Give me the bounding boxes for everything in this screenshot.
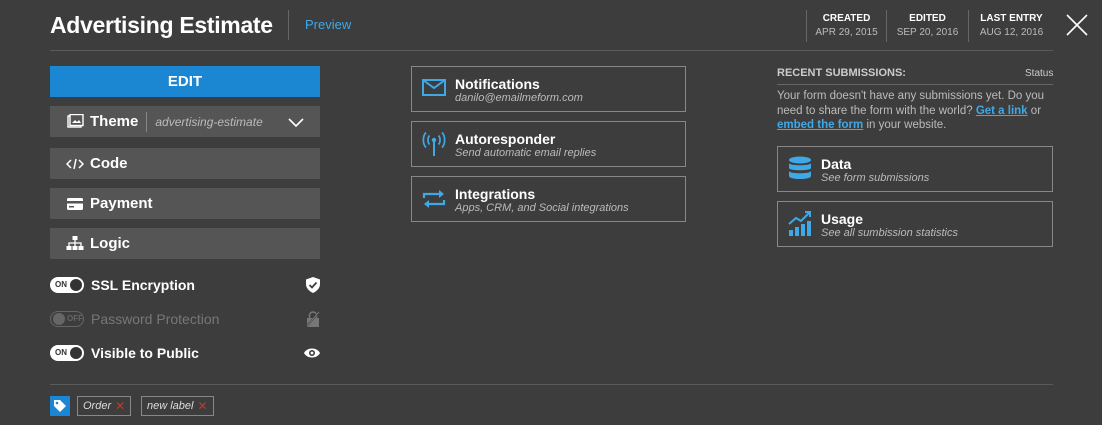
shield-check-icon bbox=[306, 277, 320, 298]
data-title: Data bbox=[821, 156, 852, 172]
integrations-title: Integrations bbox=[455, 186, 536, 202]
tag-icon[interactable] bbox=[50, 396, 70, 416]
theme-label: Theme bbox=[90, 113, 139, 130]
credit-card-icon bbox=[66, 196, 84, 212]
notifications-subtitle: danilo@emailmeform.com bbox=[455, 92, 583, 104]
autoresponder-title: Autoresponder bbox=[455, 131, 556, 147]
meta-last-entry: LAST ENTRY AUG 12, 2016 bbox=[968, 10, 1054, 42]
visible-to-public-toggle[interactable]: ON bbox=[50, 345, 84, 361]
usage-card[interactable]: Usage See all sumbission statistics bbox=[777, 201, 1053, 247]
message-or: or bbox=[1030, 104, 1042, 117]
toggle-knob bbox=[70, 279, 82, 291]
autoresponder-subtitle: Send automatic email replies bbox=[455, 147, 597, 159]
remove-tag-icon[interactable]: ✕ bbox=[197, 399, 207, 413]
theme-divider bbox=[146, 111, 148, 132]
data-card[interactable]: Data See form submissions bbox=[777, 146, 1053, 192]
ssl-encryption-row: ON SSL Encryption bbox=[50, 276, 320, 294]
code-label: Code bbox=[90, 155, 128, 172]
payment-button[interactable]: Payment bbox=[50, 188, 320, 219]
label-tag[interactable]: Order ✕ bbox=[77, 396, 132, 416]
header-divider bbox=[50, 50, 1053, 51]
password-protection-toggle[interactable]: OFF bbox=[50, 311, 84, 327]
recent-submissions-title: RECENT SUBMISSIONS: bbox=[777, 67, 906, 79]
label-tag[interactable]: new label ✕ bbox=[141, 396, 214, 416]
embed-form-link[interactable]: embed the form bbox=[777, 119, 863, 131]
title-divider bbox=[288, 10, 289, 40]
empty-submissions-message: Your form doesn't have any submissions y… bbox=[777, 89, 1055, 133]
get-link-link[interactable]: Get a link bbox=[976, 105, 1028, 117]
ssl-encryption-toggle[interactable]: ON bbox=[50, 277, 84, 293]
label-tag-name: new label bbox=[147, 400, 194, 412]
meta-edited-label: EDITED bbox=[909, 13, 946, 24]
toggle-state: OFF bbox=[67, 314, 83, 323]
remove-tag-icon[interactable]: ✕ bbox=[115, 399, 125, 413]
chart-icon bbox=[788, 211, 812, 242]
meta-last-entry-label: LAST ENTRY bbox=[980, 13, 1043, 24]
visible-to-public-row: ON Visible to Public bbox=[50, 344, 320, 362]
lock-disabled-icon bbox=[305, 310, 321, 332]
toggle-knob bbox=[53, 313, 65, 325]
header: Advertising Estimate Preview CREATED APR… bbox=[0, 0, 1102, 52]
meta-last-entry-value: AUG 12, 2016 bbox=[979, 27, 1044, 38]
sitemap-icon bbox=[66, 235, 84, 252]
recent-divider bbox=[777, 84, 1053, 85]
payment-label: Payment bbox=[90, 195, 153, 212]
code-button[interactable]: Code bbox=[50, 148, 320, 179]
theme-value: advertising-estimate bbox=[155, 114, 263, 129]
eye-icon bbox=[304, 345, 320, 364]
password-protection-row: OFF Password Protection bbox=[50, 310, 321, 328]
image-icon bbox=[66, 114, 84, 130]
recent-status-label: Status bbox=[1025, 68, 1054, 79]
label-tag-name: Order bbox=[83, 400, 112, 412]
notifications-title: Notifications bbox=[455, 76, 540, 92]
message-post: in your website. bbox=[866, 119, 947, 131]
close-icon[interactable] bbox=[1066, 14, 1088, 36]
database-icon bbox=[788, 156, 812, 187]
meta-created-label: CREATED bbox=[822, 13, 871, 24]
meta-created: CREATED APR 29, 2015 bbox=[806, 10, 886, 42]
notifications-card[interactable]: Notifications danilo@emailmeform.com bbox=[411, 66, 686, 112]
meta-edited: EDITED SEP 20, 2016 bbox=[886, 10, 968, 42]
logic-button[interactable]: Logic bbox=[50, 228, 320, 259]
preview-link[interactable]: Preview bbox=[305, 17, 351, 32]
data-subtitle: See form submissions bbox=[821, 172, 930, 184]
envelope-icon bbox=[422, 79, 446, 101]
integrations-card[interactable]: Integrations Apps, CRM, and Social integ… bbox=[411, 176, 686, 222]
usage-title: Usage bbox=[821, 211, 864, 227]
usage-subtitle: See all sumbission statistics bbox=[821, 227, 958, 239]
logic-label: Logic bbox=[90, 235, 130, 252]
code-icon bbox=[66, 156, 84, 172]
autoresponder-card[interactable]: Autoresponder Send automatic email repli… bbox=[411, 121, 686, 167]
meta-edited-value: SEP 20, 2016 bbox=[896, 27, 959, 38]
page-title: Advertising Estimate bbox=[50, 12, 273, 38]
toggle-state: ON bbox=[55, 348, 67, 357]
sync-arrows-icon bbox=[422, 189, 446, 214]
ssl-encryption-label: SSL Encryption bbox=[91, 277, 195, 293]
broadcast-icon bbox=[422, 131, 446, 162]
theme-button[interactable]: Theme advertising-estimate bbox=[50, 106, 320, 137]
toggle-knob bbox=[70, 347, 82, 359]
integrations-subtitle: Apps, CRM, and Social integrations bbox=[455, 202, 629, 214]
meta-created-value: APR 29, 2015 bbox=[815, 27, 878, 38]
edit-button[interactable]: EDIT bbox=[50, 66, 320, 97]
footer-divider bbox=[50, 384, 1053, 385]
chevron-down-icon[interactable] bbox=[288, 115, 304, 133]
password-protection-label: Password Protection bbox=[91, 311, 220, 327]
visible-to-public-label: Visible to Public bbox=[91, 345, 199, 361]
toggle-state: ON bbox=[55, 280, 67, 289]
